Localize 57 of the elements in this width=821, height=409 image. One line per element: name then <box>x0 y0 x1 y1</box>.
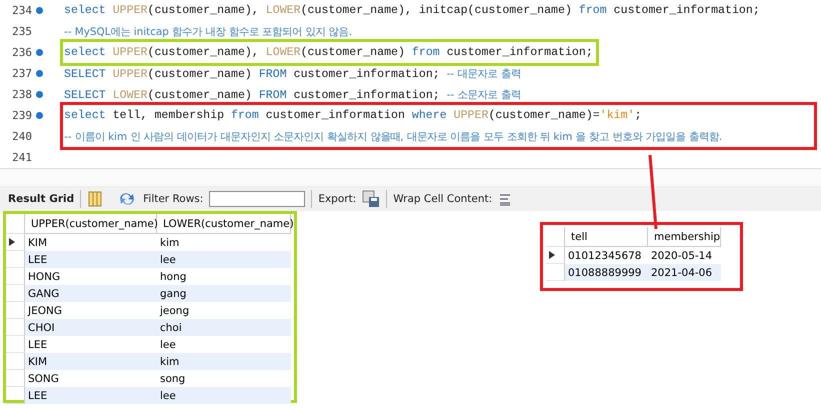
line-number: 236 <box>11 46 32 59</box>
table-cell: lee <box>157 387 291 404</box>
table-cell: kim <box>157 353 291 370</box>
wrap-icon[interactable] <box>498 192 512 206</box>
result-grid-tab[interactable]: Result Grid <box>8 192 74 204</box>
code-line: -- MySQL에는 initcap 함수가 내장 함수로 포함되어 있지 않음. <box>64 24 352 38</box>
table-cell: KIM <box>25 353 157 370</box>
row-header[interactable] <box>6 234 25 251</box>
table-cell-text: jeong <box>158 304 190 318</box>
code-line: select UPPER(customer_name), LOWER(customer_name) from customer_information; <box>64 46 593 59</box>
column-header[interactable]: UPPER(customer_name) <box>25 214 157 234</box>
line-number: 239 <box>11 109 32 122</box>
table-cell: GANG <box>25 285 157 302</box>
wrap-label: Wrap Cell Content: <box>393 192 492 204</box>
table-cell-text: lee <box>159 338 177 352</box>
filter-label: Filter Rows: <box>143 192 204 204</box>
table-cell-text: KIM <box>27 236 48 250</box>
table-cell: choi <box>157 319 291 336</box>
table-cell: CHOI <box>25 319 157 336</box>
table-cell-text: LEE <box>27 338 48 352</box>
line-number: 238 <box>11 88 32 101</box>
line-number: 234 <box>11 4 32 17</box>
table-cell: gang <box>157 285 291 302</box>
table-cell-text: JEONG <box>26 304 63 318</box>
table-cell: 2021-04-06 <box>648 264 721 281</box>
line-number: 237 <box>11 67 32 80</box>
code-line: -- 이름이 kim 인 사람의 데이터가 대문자인지 소문자인지 확실하지 않을때, 대문자로 이름을 모두 조회한 뒤 kim 을 찾고 번호와 가입일을 출력함. <box>64 130 722 144</box>
table-cell: 01088889999 <box>565 264 648 281</box>
code-line: SELECT UPPER(customer_name) FROM customer_information; -- 대문자로 출력 <box>64 66 521 80</box>
table-cell: LEE <box>25 387 157 404</box>
column-header[interactable]: membership <box>648 227 721 247</box>
code-line: select tell, membership from customer_information where UPPER(customer_name)='kim'; <box>64 109 642 122</box>
table-cell: lee <box>157 251 291 268</box>
current-row-icon <box>549 251 555 259</box>
column-header[interactable]: tell <box>565 227 648 247</box>
table-cell-text: SONG <box>27 372 60 386</box>
table-cell-text: hong <box>159 270 188 284</box>
table-cell-text: HONG <box>27 270 62 284</box>
table-cell: LEE <box>25 251 157 268</box>
filter-field[interactable] <box>209 190 306 206</box>
table-cell-text: 2020-05-14 <box>650 248 714 264</box>
row-header[interactable] <box>546 247 565 264</box>
code-line: select UPPER(customer_name), LOWER(customer_name), initcap(customer_name) from customer_information; <box>64 4 760 17</box>
column-header[interactable]: LOWER(customer_name) <box>157 214 291 234</box>
code-line: SELECT LOWER(customer_name) FROM customer_information; -- 소문자로 출력 <box>64 88 521 102</box>
line-number: 241 <box>11 151 32 164</box>
grid-icon[interactable] <box>87 190 104 206</box>
export-icon[interactable] <box>362 190 380 208</box>
row-header <box>546 227 565 247</box>
table-cell-text: song <box>159 372 186 386</box>
row-header <box>6 214 25 234</box>
export-label: Export: <box>318 192 356 204</box>
line-number: 235 <box>11 25 32 38</box>
line-number: 240 <box>11 130 32 143</box>
table-cell-text: kim <box>159 236 180 250</box>
current-row-icon <box>9 238 15 246</box>
table-cell-text: 01012345678 <box>567 248 642 264</box>
